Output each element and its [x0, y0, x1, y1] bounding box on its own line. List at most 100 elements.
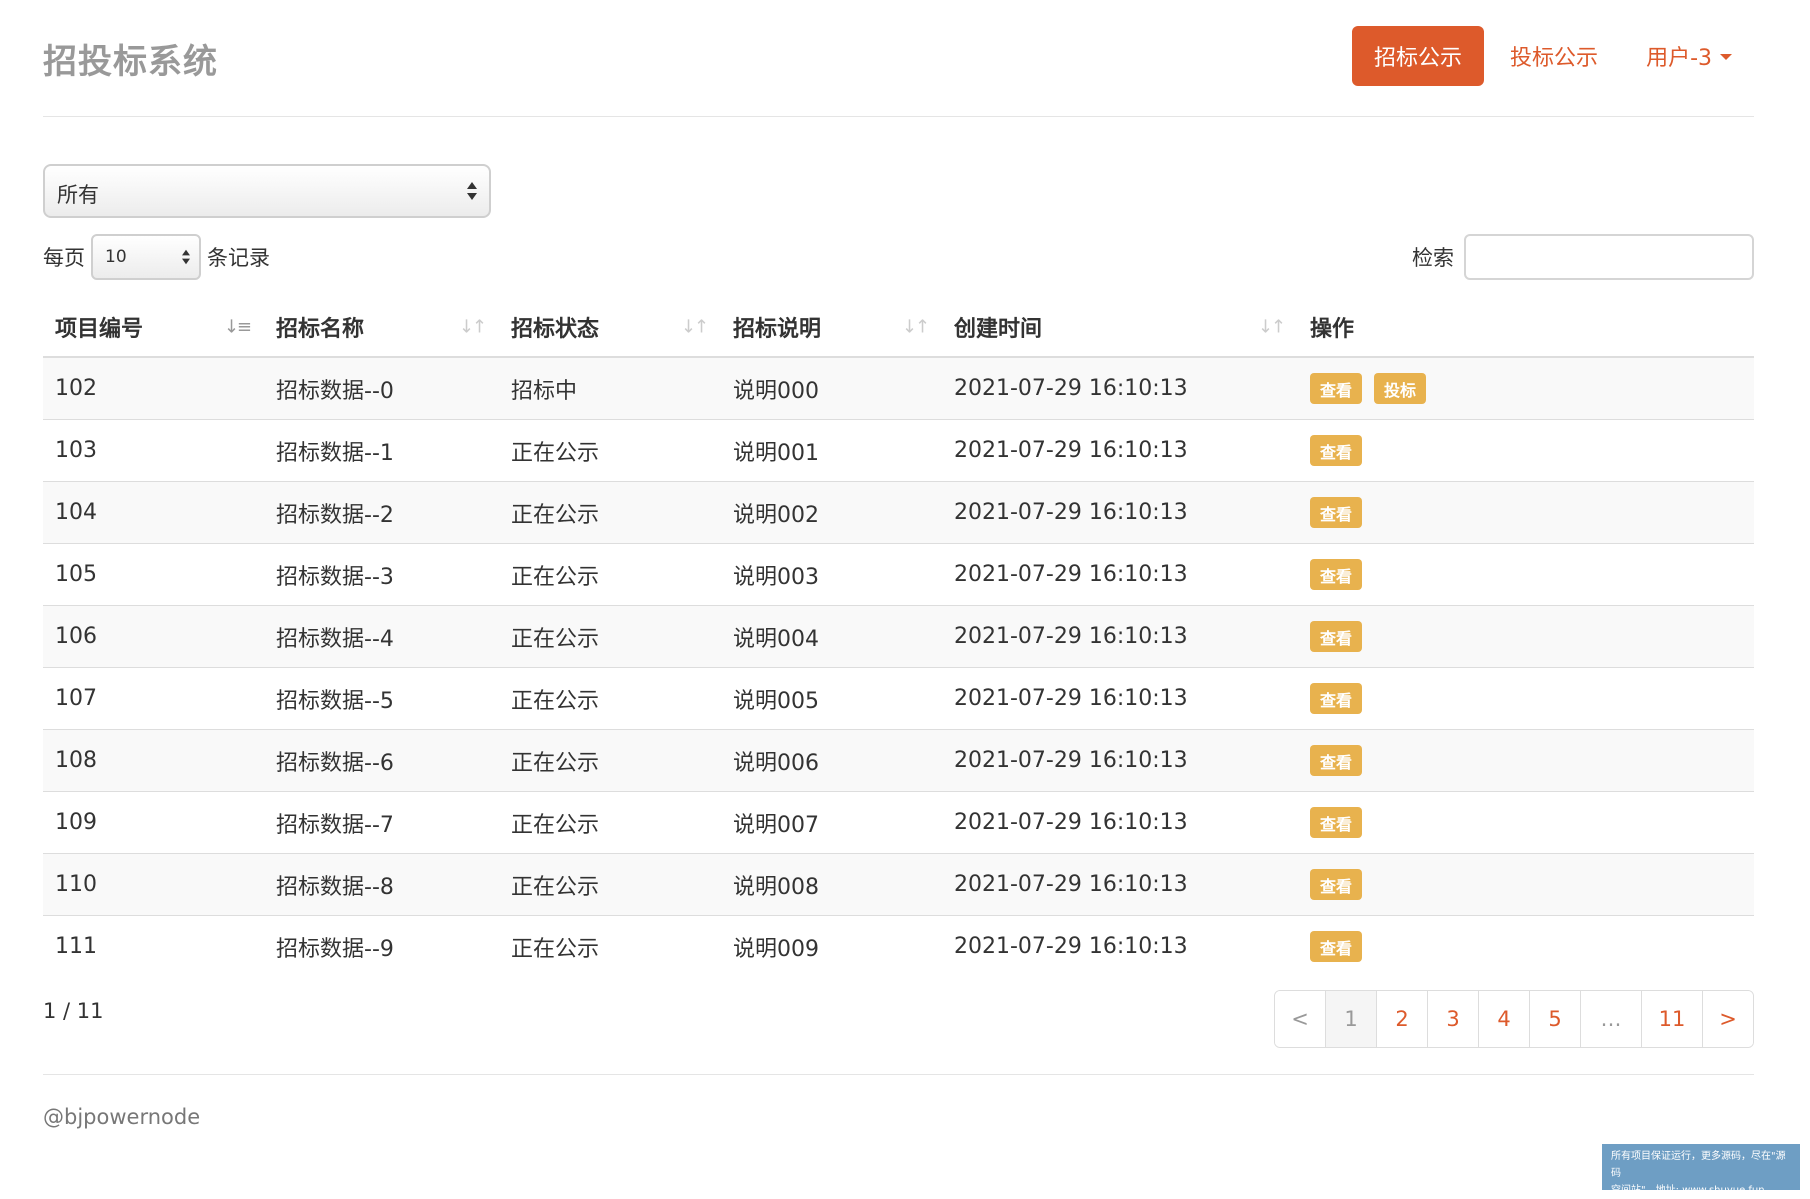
cell-name: 招标数据--0	[264, 356, 499, 420]
column-header-created[interactable]: 创建时间 ↓↑	[942, 298, 1298, 358]
cell-name: 招标数据--9	[264, 915, 499, 977]
view-button[interactable]: 查看	[1310, 869, 1363, 900]
cell-desc: 说明004	[721, 605, 942, 668]
sort-both-icon: ↓↑	[901, 316, 930, 338]
column-header-desc[interactable]: 招标说明 ↓↑	[721, 298, 942, 358]
view-button[interactable]: 查看	[1310, 807, 1363, 838]
cell-status: 正在公示	[499, 667, 721, 730]
view-button[interactable]: 查看	[1310, 373, 1363, 404]
cell-desc: 说明009	[721, 915, 942, 977]
status-filter-select[interactable]: 所有	[43, 164, 491, 218]
cell-created: 2021-07-29 16:10:13	[942, 356, 1298, 420]
cell-status: 正在公示	[499, 853, 721, 916]
view-button[interactable]: 查看	[1310, 497, 1363, 528]
cell-created: 2021-07-29 16:10:13	[942, 667, 1298, 730]
view-button[interactable]: 查看	[1310, 435, 1363, 466]
cell-desc: 说明001	[721, 419, 942, 482]
page-length-select[interactable]: 10	[91, 234, 201, 280]
cell-id: 109	[43, 791, 264, 854]
cell-actions: 查看	[1298, 915, 1754, 977]
table-row: 103 招标数据--1 正在公示 说明001 2021-07-29 16:10:…	[43, 419, 1754, 482]
cell-status: 正在公示	[499, 791, 721, 854]
search-input[interactable]	[1464, 234, 1754, 280]
view-button[interactable]: 查看	[1310, 621, 1363, 652]
view-button[interactable]: 查看	[1310, 745, 1363, 776]
view-button[interactable]: 查看	[1310, 683, 1363, 714]
watermark-line-1: 所有项目保证运行，更多源码，尽在"源码	[1611, 1151, 1786, 1179]
column-header-actions: 操作	[1298, 298, 1754, 358]
pagination-page-11[interactable]: 11	[1642, 991, 1703, 1047]
cell-created: 2021-07-29 16:10:13	[942, 915, 1298, 977]
cell-actions: 查看	[1298, 419, 1754, 482]
sort-amount-asc-icon: ↓≡	[223, 316, 252, 338]
cell-actions: 查看	[1298, 667, 1754, 730]
table-row: 108 招标数据--6 正在公示 说明006 2021-07-29 16:10:…	[43, 729, 1754, 792]
cell-desc: 说明002	[721, 481, 942, 544]
column-header-label: 创建时间	[954, 317, 1043, 342]
cell-created: 2021-07-29 16:10:13	[942, 605, 1298, 668]
table-header-row: 项目编号 ↓≡ 招标名称 ↓↑ 招标状态 ↓↑ 招标说明 ↓↑ 创建时间 ↓↑ 操作	[43, 298, 1754, 358]
nav-item-tender-notice[interactable]: 招标公示	[1352, 26, 1485, 86]
brand-title: 招投标系统	[43, 42, 218, 82]
cell-created: 2021-07-29 16:10:13	[942, 729, 1298, 792]
cell-status: 正在公示	[499, 543, 721, 606]
column-header-label: 项目编号	[55, 317, 144, 342]
pagination-page-2[interactable]: 2	[1377, 991, 1428, 1047]
table-row: 106 招标数据--4 正在公示 说明004 2021-07-29 16:10:…	[43, 605, 1754, 668]
cell-actions: 查看	[1298, 729, 1754, 792]
cell-id: 103	[43, 419, 264, 482]
cell-created: 2021-07-29 16:10:13	[942, 791, 1298, 854]
cell-status: 正在公示	[499, 605, 721, 668]
cell-desc: 说明007	[721, 791, 942, 854]
cell-id: 111	[43, 915, 264, 977]
pagination-page-1[interactable]: 1	[1326, 991, 1377, 1047]
cell-created: 2021-07-29 16:10:13	[942, 481, 1298, 544]
pagination-page-5[interactable]: 5	[1530, 991, 1581, 1047]
pagination-ellipsis: …	[1581, 991, 1642, 1047]
cell-desc: 说明006	[721, 729, 942, 792]
pagination-next-button[interactable]: >	[1703, 991, 1753, 1047]
view-button[interactable]: 查看	[1310, 559, 1363, 590]
column-header-label: 招标状态	[511, 317, 600, 342]
column-header-label: 招标说明	[733, 317, 822, 342]
status-filter-value: 所有	[57, 183, 99, 207]
footer-credit: @bjpowernode	[43, 1105, 201, 1129]
user-menu[interactable]: 用户-3	[1624, 26, 1754, 86]
pagination-page-4[interactable]: 4	[1479, 991, 1530, 1047]
select-updown-icon	[467, 181, 477, 201]
cell-name: 招标数据--4	[264, 605, 499, 668]
column-header-status[interactable]: 招标状态 ↓↑	[499, 298, 721, 358]
nav-item-bid-notice[interactable]: 投标公示	[1488, 26, 1620, 86]
cell-id: 106	[43, 605, 264, 668]
caret-down-icon	[1720, 54, 1732, 60]
cell-desc: 说明005	[721, 667, 942, 730]
cell-actions: 查看	[1298, 791, 1754, 854]
table-row: 107 招标数据--5 正在公示 说明005 2021-07-29 16:10:…	[43, 667, 1754, 730]
tender-table: 项目编号 ↓≡ 招标名称 ↓↑ 招标状态 ↓↑ 招标说明 ↓↑ 创建时间 ↓↑ 操作 10…	[43, 298, 1754, 977]
table-row: 111 招标数据--9 正在公示 说明009 2021-07-29 16:10:…	[43, 915, 1754, 977]
table-row: 110 招标数据--8 正在公示 说明008 2021-07-29 16:10:…	[43, 853, 1754, 916]
pagination-prev-button[interactable]: <	[1275, 991, 1326, 1047]
cell-id: 102	[43, 356, 264, 420]
cell-created: 2021-07-29 16:10:13	[942, 543, 1298, 606]
cell-name: 招标数据--2	[264, 481, 499, 544]
column-header-id[interactable]: 项目编号 ↓≡	[43, 298, 264, 358]
select-updown-icon	[182, 249, 190, 265]
cell-status: 正在公示	[499, 729, 721, 792]
cell-id: 105	[43, 543, 264, 606]
table-row: 104 招标数据--2 正在公示 说明002 2021-07-29 16:10:…	[43, 481, 1754, 544]
page-length-control: 每页 10 条记录	[43, 234, 270, 280]
cell-actions: 查看	[1298, 605, 1754, 668]
cell-actions: 查看	[1298, 543, 1754, 606]
pagination-page-3[interactable]: 3	[1428, 991, 1479, 1047]
column-header-name[interactable]: 招标名称 ↓↑	[264, 298, 499, 358]
bid-button[interactable]: 投标	[1374, 373, 1427, 404]
cell-id: 110	[43, 853, 264, 916]
sort-both-icon: ↓↑	[1257, 316, 1286, 338]
view-button[interactable]: 查看	[1310, 931, 1363, 962]
cell-actions: 查看	[1298, 853, 1754, 916]
source-watermark: 所有项目保证运行，更多源码，尽在"源码 空间站"，地址: www.shuyue.…	[1602, 1144, 1800, 1196]
cell-actions: 查看	[1298, 481, 1754, 544]
cell-id: 107	[43, 667, 264, 730]
cell-name: 招标数据--6	[264, 729, 499, 792]
